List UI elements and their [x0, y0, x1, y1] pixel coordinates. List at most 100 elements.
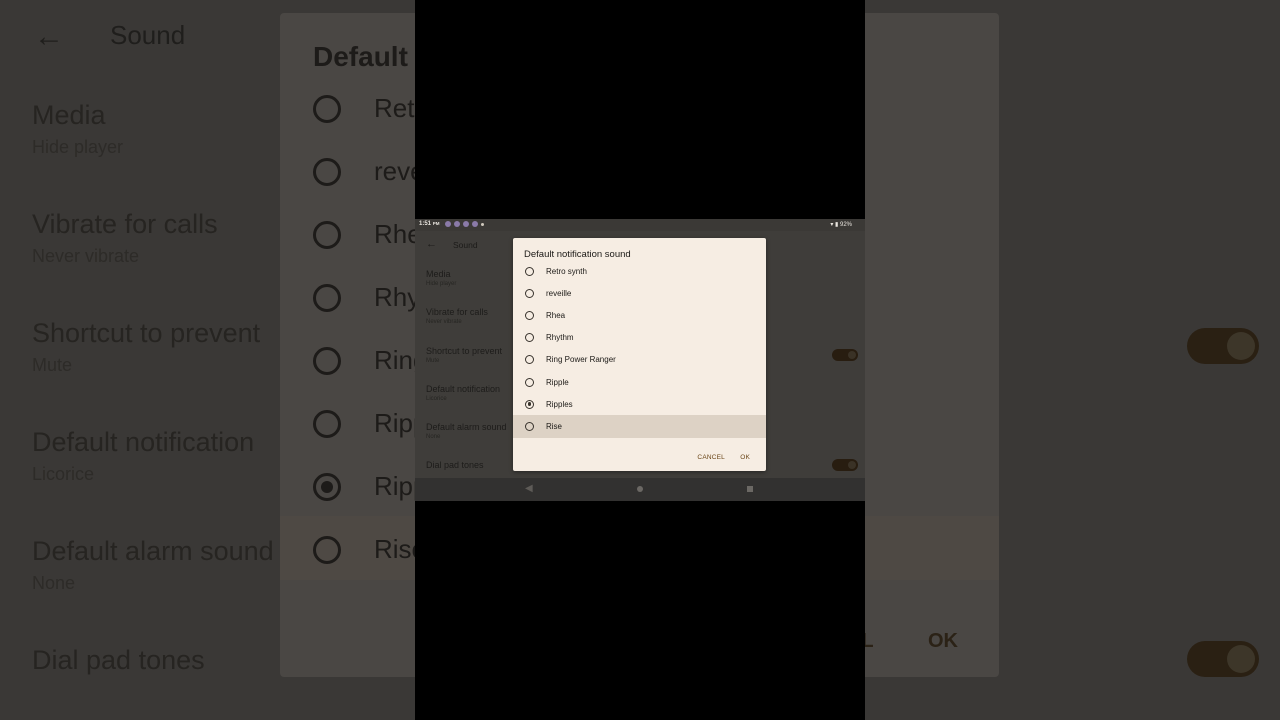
background-setting-row: Shortcut to prevent Mute: [32, 318, 260, 376]
background-setting-title: Dial pad tones: [32, 645, 205, 675]
sound-option-label: Retro synth: [546, 266, 587, 276]
dialog-title: Default notification sound: [524, 249, 631, 260]
notification-icon: [463, 221, 469, 227]
background-setting-title: Shortcut to prevent: [32, 318, 261, 348]
notification-sound-dialog: Default notification sound Retro synth r…: [513, 238, 766, 471]
radio-unchecked-icon[interactable]: [525, 355, 534, 365]
radio-unchecked-icon[interactable]: [525, 288, 534, 298]
background-toggle: [1187, 328, 1259, 364]
setting-subtitle: None: [426, 434, 441, 440]
background-radio-icon: [313, 220, 341, 249]
dial-pad-tones-toggle[interactable]: [832, 459, 858, 471]
radio-unchecked-icon[interactable]: [525, 310, 534, 320]
sound-option[interactable]: Ripple: [513, 371, 766, 393]
setting-dial-pad-tones[interactable]: Dial pad tones: [426, 460, 484, 470]
setting-shortcut-to-prevent-ringing[interactable]: Shortcut to prevent Mute: [426, 346, 502, 364]
setting-default-notification[interactable]: Default notification Licorice: [426, 384, 500, 402]
more-notifications-icon: [481, 222, 484, 226]
sound-option-highlighted[interactable]: Rise: [513, 415, 766, 438]
setting-media[interactable]: Media Hide player: [426, 269, 456, 287]
setting-subtitle: Mute: [426, 358, 440, 364]
sound-option[interactable]: Rhythm: [513, 327, 766, 349]
background-ok-label: OK: [928, 630, 958, 652]
shortcut-toggle[interactable]: [832, 349, 858, 361]
radio-unchecked-icon[interactable]: [525, 266, 534, 276]
background-setting-row: Default alarm sound None: [32, 536, 274, 594]
cancel-button[interactable]: CANCEL: [697, 454, 725, 461]
battery-level: 92%: [839, 222, 852, 228]
background-item-label: Rhy: [374, 282, 421, 312]
background-setting-title: Default notification: [32, 427, 255, 457]
sound-option[interactable]: Rhea: [513, 304, 766, 326]
background-radio-icon: [313, 94, 341, 123]
battery-icon: ▮: [835, 222, 839, 228]
background-setting-title: Default alarm sound: [32, 536, 274, 566]
radio-unchecked-icon[interactable]: [525, 377, 534, 387]
sound-option-label: Rhea: [546, 310, 566, 320]
background-radio-icon: [313, 535, 341, 564]
radio-unchecked-icon[interactable]: [525, 333, 534, 343]
background-radio-icon: [313, 157, 341, 186]
notification-icons: [445, 221, 484, 227]
device-screen: 1:51 PM ▾ ▮ 92% ← Sound Media Hide playe…: [415, 219, 865, 501]
nav-recents-icon[interactable]: [747, 486, 753, 492]
background-setting-row: Media Hide player: [32, 100, 123, 158]
sound-option-label: reveille: [546, 288, 572, 298]
navigation-bar: ◀: [415, 478, 865, 501]
background-setting-title: Media: [32, 100, 106, 130]
background-setting-subtitle: Mute: [32, 355, 73, 375]
background-list-item: Rise: [313, 534, 426, 565]
background-radio-icon: [313, 346, 341, 375]
nav-back-icon[interactable]: ◀: [525, 483, 533, 494]
setting-title: Default alarm sound: [426, 422, 507, 432]
background-list-item: Rhe: [313, 219, 422, 250]
background-list-item: Rhy: [313, 282, 420, 313]
setting-title: Default notification: [426, 384, 501, 394]
stage: ← Sound Media Hide player Vibrate for ca…: [0, 0, 1280, 720]
background-title: Sound: [110, 20, 186, 50]
sound-option-selected[interactable]: Ripples: [513, 393, 766, 415]
sound-list[interactable]: Retro synth reveille Rhea Rhythm Ring Po…: [513, 260, 766, 446]
status-right: ▾ ▮ 92%: [830, 221, 852, 228]
background-back-arrow-icon: ←: [34, 20, 64, 53]
setting-title: Dial pad tones: [426, 460, 484, 470]
nav-home-icon[interactable]: [637, 486, 643, 492]
background-list-item: Ring: [313, 345, 427, 376]
background-radio-icon: [313, 283, 341, 312]
notification-icon: [445, 221, 451, 227]
background-list-item: Ripp: [313, 408, 427, 439]
setting-subtitle: Never vibrate: [426, 319, 462, 325]
sound-option-label: Ripples: [546, 399, 573, 409]
status-bar: 1:51 PM ▾ ▮ 92%: [415, 219, 865, 231]
background-radio-icon: [313, 409, 341, 438]
background-setting-row: Default notification Licorice: [32, 427, 254, 485]
page-title: Sound: [453, 240, 478, 250]
background-setting-title: Vibrate for calls: [32, 209, 218, 239]
setting-default-alarm-sound[interactable]: Default alarm sound None: [426, 422, 507, 440]
notification-icon: [472, 221, 478, 227]
radio-checked-icon[interactable]: [525, 399, 534, 409]
radio-unchecked-icon[interactable]: [525, 421, 534, 431]
sound-option[interactable]: Ring Power Ranger: [513, 349, 766, 371]
sound-option[interactable]: reveille: [513, 282, 766, 304]
background-list-item: Ripp: [313, 471, 427, 502]
dialog-actions: CANCEL OK: [513, 445, 766, 471]
setting-title: Vibrate for calls: [426, 307, 488, 317]
sound-option-label: Rise: [546, 421, 563, 431]
setting-vibrate-for-calls[interactable]: Vibrate for calls Never vibrate: [426, 307, 488, 325]
setting-title: Shortcut to prevent: [426, 346, 503, 356]
background-setting-row: Vibrate for calls Never vibrate: [32, 209, 218, 267]
setting-title: Media: [426, 269, 451, 279]
status-time: 1:51 PM: [419, 221, 440, 227]
sound-option[interactable]: Retro synth: [513, 260, 766, 282]
wifi-icon: ▾: [830, 222, 834, 228]
background-list-item: reve: [313, 156, 425, 187]
ok-button[interactable]: OK: [740, 454, 750, 461]
setting-subtitle: Licorice: [426, 396, 447, 402]
notification-icon: [454, 221, 460, 227]
sound-option-label: Ring Power Ranger: [546, 355, 616, 365]
back-arrow-icon[interactable]: ←: [426, 238, 437, 250]
sound-option-label: Ripple: [546, 377, 569, 387]
background-setting-subtitle: Licorice: [32, 464, 95, 484]
phone-frame: 1:51 PM ▾ ▮ 92% ← Sound Media Hide playe…: [415, 0, 865, 720]
